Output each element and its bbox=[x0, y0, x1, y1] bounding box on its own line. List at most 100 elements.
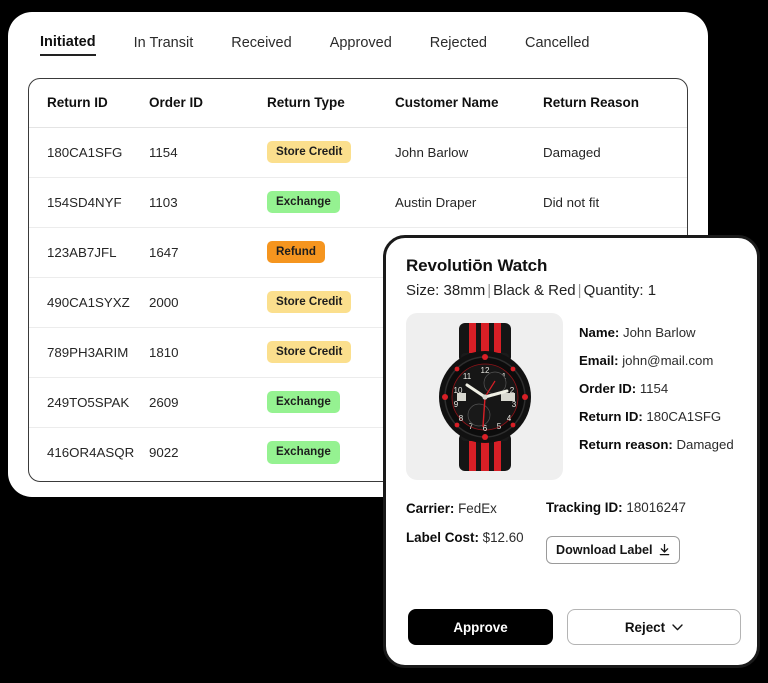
cell-return-type: Refund bbox=[267, 227, 395, 278]
reject-button-label: Reject bbox=[624, 619, 666, 635]
table-row[interactable]: 180CA1SFG 1154 Store Credit John Barlow Dama… bbox=[29, 127, 687, 178]
approve-button[interactable]: Approve bbox=[408, 609, 553, 645]
cell-return-id: 416OR4ASQR bbox=[47, 444, 135, 460]
info-value: john@mail.com bbox=[622, 353, 714, 368]
meta-divider-2: | bbox=[577, 282, 582, 299]
table-header-row: Return ID Order ID Return Type Customer … bbox=[29, 79, 687, 128]
tab-initiated[interactable]: Initiated bbox=[40, 30, 96, 56]
cell-return-type: Exchange bbox=[267, 427, 395, 477]
svg-text:3: 3 bbox=[511, 400, 516, 409]
carrier-value: FedEx bbox=[458, 501, 497, 516]
cell-order-id: 1154 bbox=[149, 127, 267, 178]
column-header-return-id: Return ID bbox=[29, 79, 149, 128]
cell-return-type: Exchange bbox=[267, 377, 395, 428]
info-row: Return reason: Damaged bbox=[579, 437, 734, 452]
info-label: Return ID: bbox=[579, 409, 643, 424]
info-value: 180CA1SFG bbox=[646, 409, 722, 424]
chevron-down-icon bbox=[672, 623, 683, 630]
shipping-block: Carrier: FedEx Label Cost: $12.60 Tracki… bbox=[406, 500, 737, 564]
cell-order-id: 1810 bbox=[149, 327, 267, 378]
info-value: John Barlow bbox=[622, 325, 696, 340]
return-type-badge: Store Credit bbox=[267, 290, 352, 314]
info-row: Email: john@mail.com bbox=[579, 353, 734, 368]
shipping-left-column: Carrier: FedEx Label Cost: $12.60 bbox=[406, 500, 546, 559]
svg-text:8: 8 bbox=[458, 414, 463, 423]
tab-in-transit[interactable]: In Transit bbox=[134, 31, 194, 55]
svg-text:5: 5 bbox=[496, 422, 501, 431]
meta-divider-1: | bbox=[487, 282, 492, 299]
label-cost-value: $12.60 bbox=[482, 530, 524, 545]
download-icon bbox=[659, 544, 669, 556]
return-type-badge: Store Credit bbox=[267, 340, 352, 364]
cell-return-type: Store Credit bbox=[267, 127, 395, 178]
product-color: Black & Red bbox=[493, 282, 576, 299]
cell-order-id: 1647 bbox=[149, 227, 267, 278]
info-label: Order ID: bbox=[579, 381, 637, 396]
table-header: Return ID Order ID Return Type Customer … bbox=[29, 79, 687, 128]
reject-button[interactable]: Reject bbox=[567, 609, 741, 645]
column-header-order-id: Order ID bbox=[149, 79, 267, 128]
tab-cancelled[interactable]: Cancelled bbox=[525, 31, 590, 55]
carrier-line: Carrier: FedEx bbox=[406, 501, 546, 516]
cell-return-id: 490CA1SYXZ bbox=[29, 277, 149, 328]
column-header-customer-name: Customer Name bbox=[395, 79, 543, 128]
cell-order-id: 2000 bbox=[149, 277, 267, 328]
info-value: Damaged bbox=[676, 437, 734, 452]
carrier-label: Carrier: bbox=[406, 501, 455, 516]
cell-order-id: 2609 bbox=[149, 377, 267, 428]
cell-return-reason: Did not fit bbox=[543, 177, 687, 228]
cell-return-type: Store Credit bbox=[267, 277, 395, 328]
tracking-label: Tracking ID: bbox=[546, 500, 623, 515]
return-type-badge: Exchange bbox=[267, 190, 340, 214]
product-size: Size: 38mm bbox=[406, 282, 486, 299]
svg-text:9: 9 bbox=[453, 400, 458, 409]
detail-body: 1212 345 678 91011 bbox=[406, 313, 737, 480]
tab-received[interactable]: Received bbox=[231, 31, 291, 55]
cell-return-type: Exchange bbox=[267, 177, 395, 228]
info-label: Name: bbox=[579, 325, 620, 340]
cell-return-id: 180CA1SFG bbox=[29, 127, 149, 178]
cell-return-id: 154SD4NYF bbox=[29, 177, 149, 228]
cell-customer-name: Austin Draper bbox=[395, 177, 543, 228]
cell-return-id: 123AB7JFL bbox=[29, 227, 149, 278]
info-row: Order ID: 1154 bbox=[579, 381, 734, 396]
cell-order-id: 9022 bbox=[149, 444, 179, 460]
cell-order-id: 1103 bbox=[149, 177, 267, 228]
label-cost-label: Label Cost: bbox=[406, 530, 479, 545]
download-label-text: Download Label bbox=[556, 543, 653, 557]
table-row[interactable]: 154SD4NYF 1103 Exchange Austin Draper Did no… bbox=[29, 177, 687, 228]
column-header-return-type: Return Type bbox=[267, 79, 395, 128]
return-detail-card: Revolutiōn Watch Size: 38mm | Black & Red |… bbox=[383, 235, 760, 668]
cell-return-id: 249TO5SPAK bbox=[29, 377, 149, 428]
product-quantity: Quantity: 1 bbox=[583, 282, 657, 299]
shipping-right-column: Tracking ID: 18016247 Download Label bbox=[546, 500, 737, 564]
product-image-panel: 1212 345 678 91011 bbox=[406, 313, 563, 480]
product-variant-summary: Size: 38mm | Black & Red | Quantity: 1 bbox=[406, 282, 737, 299]
return-type-badge: Exchange bbox=[267, 440, 340, 464]
cell-return-type: Store Credit bbox=[267, 327, 395, 378]
tracking-line: Tracking ID: 18016247 bbox=[546, 500, 737, 515]
column-header-return-reason: Return Reason bbox=[543, 79, 687, 128]
cell-return-id: 789PH3ARIM bbox=[29, 327, 149, 378]
status-tabs: Initiated In Transit Received Approved Rejec… bbox=[40, 30, 628, 56]
label-cost-line: Label Cost: $12.60 bbox=[406, 530, 546, 545]
return-type-badge: Store Credit bbox=[267, 140, 352, 164]
detail-actions: Approve Reject bbox=[408, 609, 741, 645]
info-label: Return reason: bbox=[579, 437, 673, 452]
info-row: Name: John Barlow bbox=[579, 325, 734, 340]
info-label: Email: bbox=[579, 353, 619, 368]
return-type-badge: Exchange bbox=[267, 390, 340, 414]
tab-rejected[interactable]: Rejected bbox=[430, 31, 487, 55]
approve-button-label: Approve bbox=[453, 619, 508, 635]
tracking-value: 18016247 bbox=[626, 500, 686, 515]
info-row: Return ID: 180CA1SFG bbox=[579, 409, 734, 424]
svg-text:4: 4 bbox=[506, 414, 511, 423]
cell-return-reason: Damaged bbox=[543, 127, 687, 178]
product-title: Revolutiōn Watch bbox=[406, 256, 548, 275]
screen: Initiated In Transit Received Approved Rejec… bbox=[0, 0, 768, 683]
watch-icon: 1212 345 678 91011 bbox=[438, 322, 531, 471]
download-label-button[interactable]: Download Label bbox=[546, 536, 680, 564]
cell-customer-name: John Barlow bbox=[395, 127, 543, 178]
return-type-badge: Refund bbox=[267, 240, 325, 264]
tab-approved[interactable]: Approved bbox=[330, 31, 392, 55]
